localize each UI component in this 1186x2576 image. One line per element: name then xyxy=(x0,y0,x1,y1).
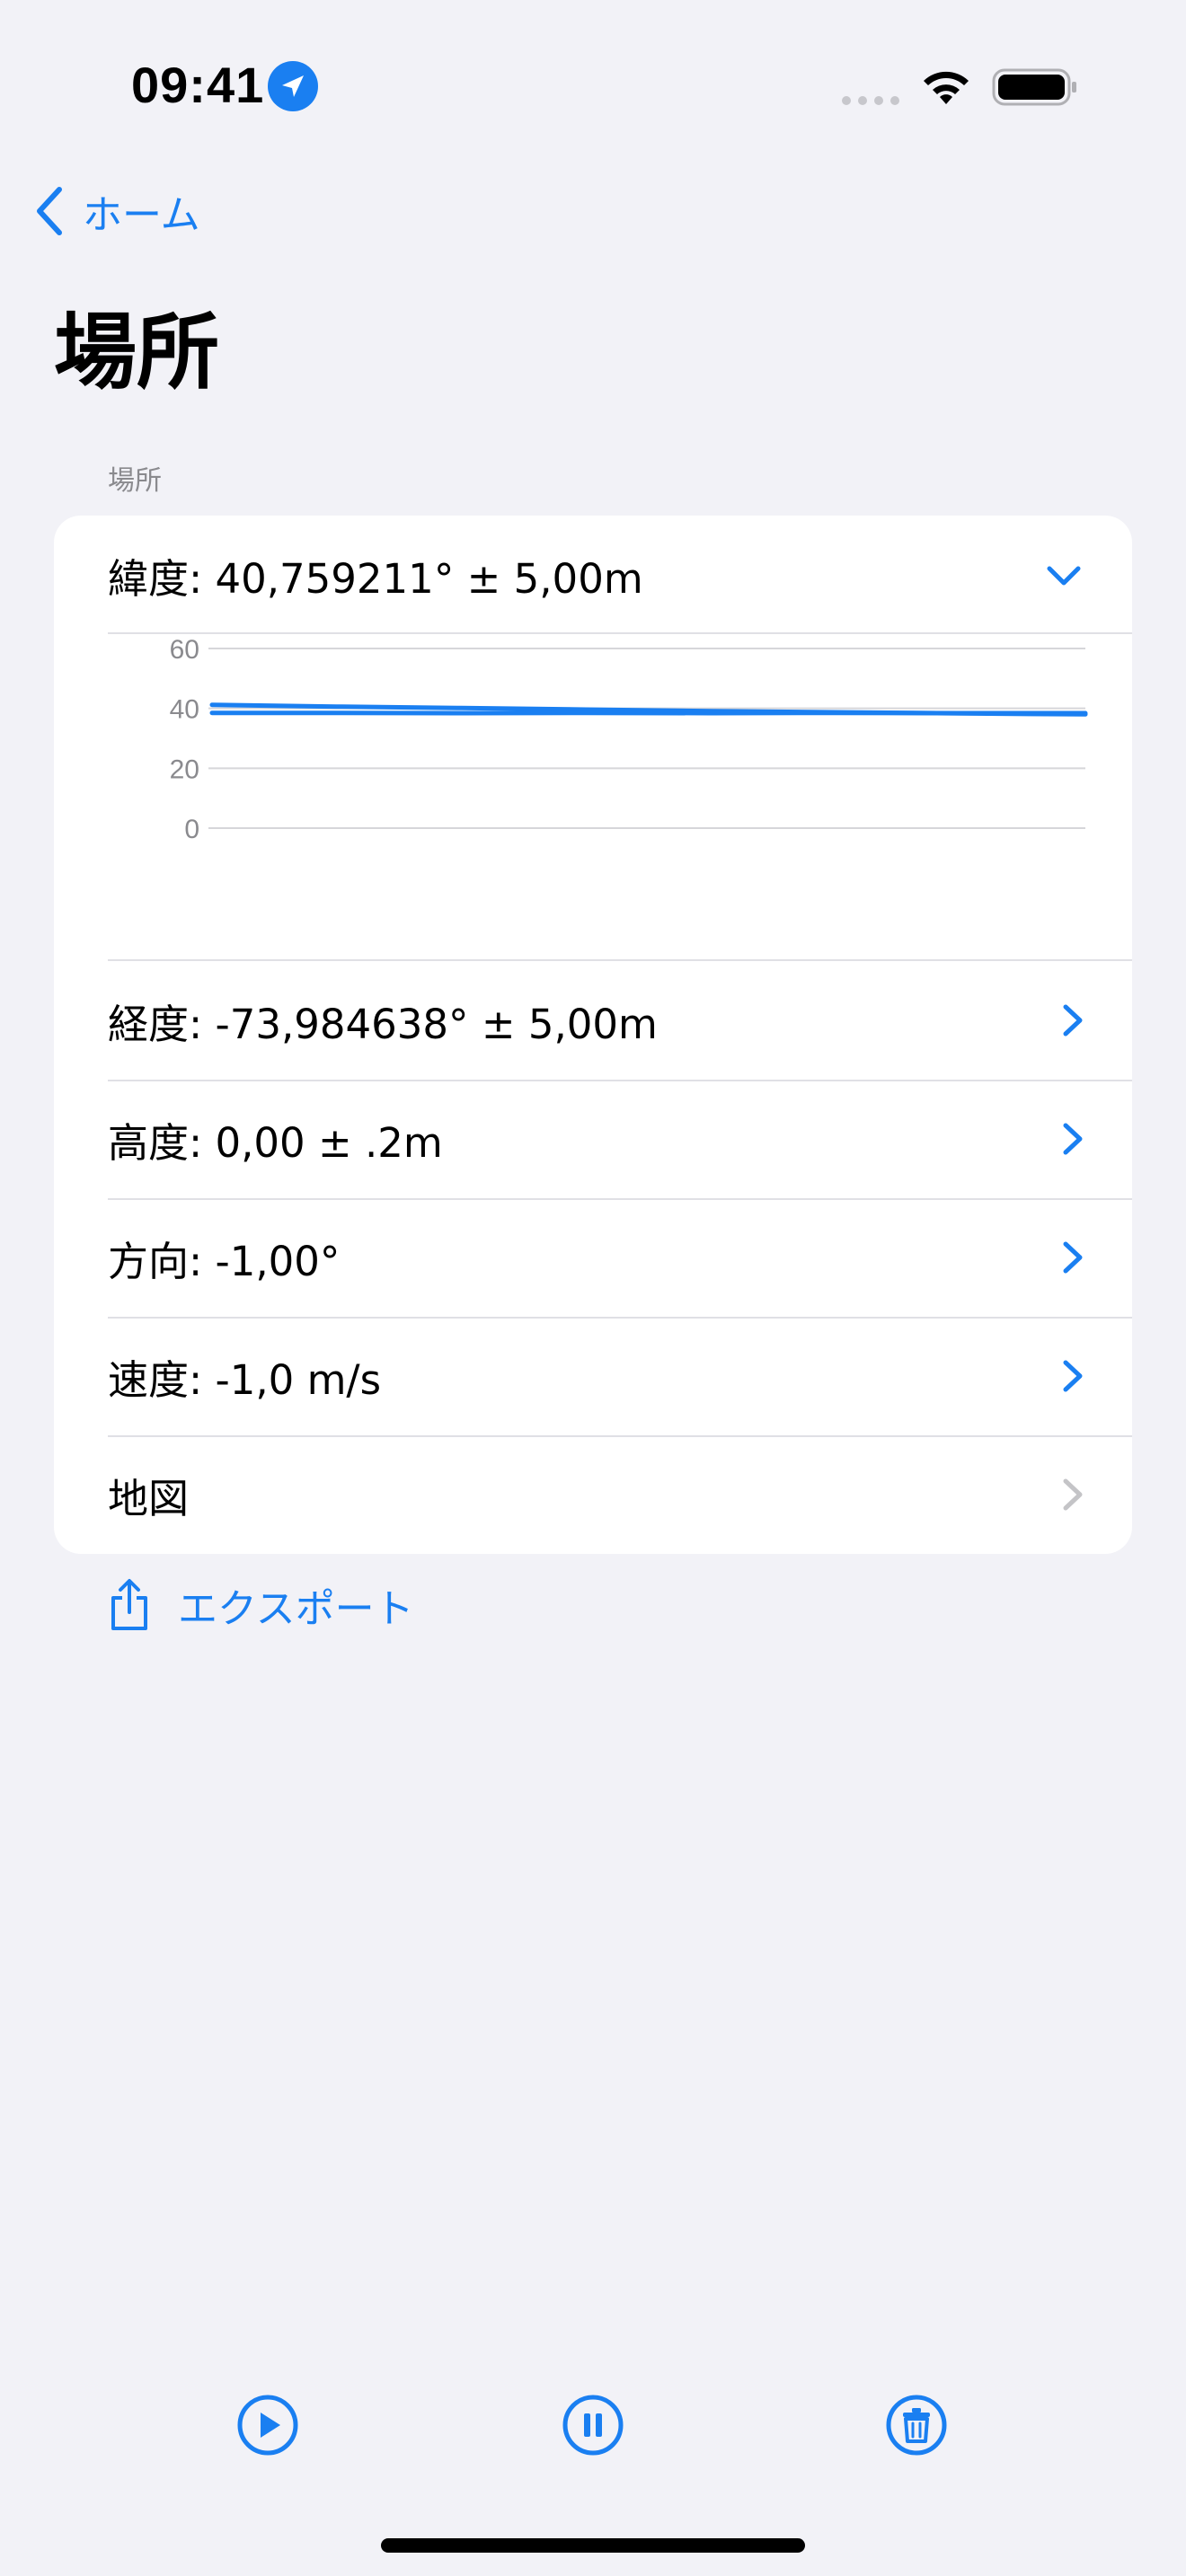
back-label: ホーム xyxy=(83,192,200,238)
chart-y-tick-label: 20 xyxy=(170,754,199,784)
location-arrow-icon xyxy=(268,61,318,111)
wifi-icon xyxy=(924,71,969,104)
chevron-right-icon xyxy=(1063,1004,1083,1037)
altitude-label: 高度: 0,00 ± .2m xyxy=(108,1118,443,1167)
status-time: 09:41 xyxy=(131,57,265,113)
chart-y-tick-label: 0 xyxy=(184,815,199,844)
map-row[interactable]: 地図 xyxy=(54,1435,1132,1554)
battery-full-icon xyxy=(992,68,1076,106)
heading-row[interactable]: 方向: -1,00° xyxy=(54,1198,1132,1317)
location-card: 緯度: 40,759211° ± 5,00m 60 40 20 0 経度: -73,9… xyxy=(54,516,1132,1554)
pause-button[interactable] xyxy=(561,2393,625,2457)
pause-icon xyxy=(562,2395,624,2456)
status-bar: 09:41 xyxy=(0,0,1186,171)
latitude-row[interactable]: 緯度: 40,759211° ± 5,00m xyxy=(54,516,1132,634)
export-button[interactable]: エクスポート xyxy=(108,1574,414,1636)
longitude-label: 経度: -73,984638° ± 5,00m xyxy=(108,1000,658,1048)
chevron-left-icon xyxy=(37,187,62,235)
map-label: 地図 xyxy=(108,1474,190,1522)
chart-y-tick-label: 60 xyxy=(170,635,199,665)
location-screen: 09:41 ホーム 場所 場所 緯度: 40,759211° ± 5,00m 6… xyxy=(0,0,1186,2576)
cellular-signal-icon xyxy=(842,96,899,105)
heading-label: 方向: -1,00° xyxy=(108,1237,341,1285)
chevron-right-icon xyxy=(1063,1478,1083,1511)
chart-y-tick-label: 40 xyxy=(170,695,199,725)
page-title: 場所 xyxy=(54,304,220,401)
chevron-right-icon xyxy=(1063,1123,1083,1155)
back-button[interactable]: ホーム xyxy=(32,180,200,243)
share-icon xyxy=(111,1579,147,1630)
latitude-label: 緯度: 40,759211° ± 5,00m xyxy=(108,554,643,603)
home-indicator xyxy=(381,2538,805,2553)
latitude-chart: 60 40 20 0 xyxy=(54,632,1132,846)
section-header: 場所 xyxy=(108,465,162,497)
speed-label: 速度: -1,0 m/s xyxy=(108,1355,382,1404)
play-button[interactable] xyxy=(235,2393,300,2457)
chevron-right-icon xyxy=(1063,1241,1083,1274)
altitude-row[interactable]: 高度: 0,00 ± .2m xyxy=(54,1080,1132,1198)
chevron-down-icon xyxy=(1047,566,1081,586)
longitude-row[interactable]: 経度: -73,984638° ± 5,00m xyxy=(54,961,1132,1080)
chart-svg: 60 40 20 0 xyxy=(170,635,1088,844)
trash-icon xyxy=(886,2395,947,2456)
play-icon xyxy=(237,2395,298,2456)
speed-row[interactable]: 速度: -1,0 m/s xyxy=(54,1317,1132,1435)
chevron-right-icon xyxy=(1063,1360,1083,1392)
trash-button[interactable] xyxy=(884,2393,949,2457)
export-label: エクスポート xyxy=(178,1586,414,1632)
